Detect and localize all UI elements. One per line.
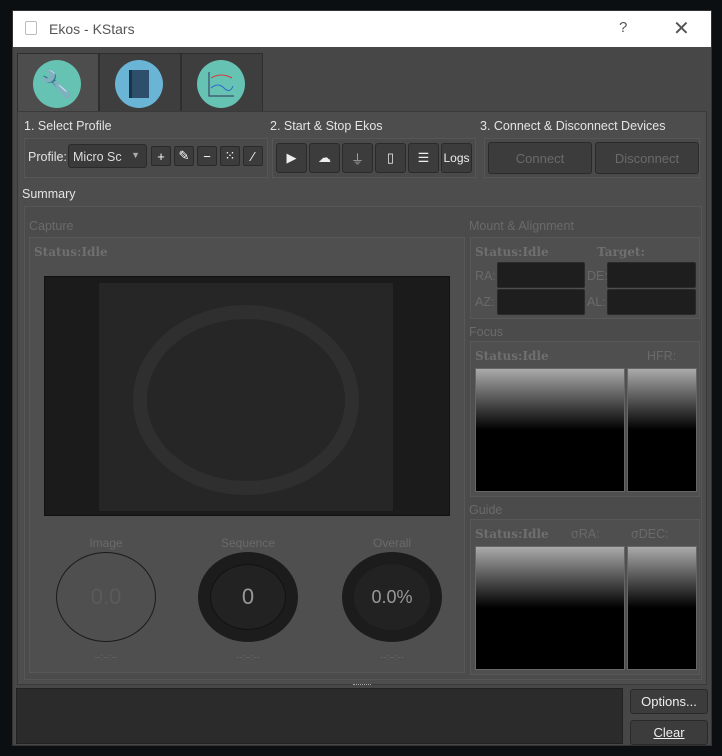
profile-scripts-button[interactable]: ⁙ [220,146,240,166]
ekos-window: Ekos - KStars ? ✕ 🔧 1. Select Profile 2.… [12,10,712,746]
close-button[interactable]: ✕ [673,16,690,41]
overall-gauge: 0.0% [342,552,442,642]
book-icon [115,60,163,108]
delete-profile-button[interactable]: − [197,146,217,166]
wrench-screwdriver-icon: 🔧 [33,60,81,108]
device-group: Connect Disconnect [484,138,700,178]
focus-status: Status:Idle [475,349,549,363]
sliders-icon: ☰ [417,150,430,165]
image-gauge: 0.0 [56,552,156,642]
telescope-icon: ⏚ [350,151,364,167]
sequence-label: Sequence [220,536,276,550]
guide-title: Guide [469,503,503,517]
capture-title: Capture [29,219,74,233]
usb-button[interactable]: ▯ [375,143,406,173]
guide-status: Status:Idle [475,527,549,541]
tab-notebook[interactable] [99,53,181,111]
connect-button[interactable]: Connect [488,142,592,174]
add-profile-button[interactable]: + [151,146,171,166]
focus-hfr-graph [627,368,697,492]
chevron-down-icon: ▼ [131,150,140,160]
usb-icon: ▯ [386,150,395,165]
mount-target: Target: [597,245,645,259]
no-image-icon [133,305,359,495]
mount-title: Mount & Alignment [469,219,574,233]
play-icon: ▶ [286,150,297,165]
app-icon [25,21,37,35]
logs-button[interactable]: Logs [441,143,472,173]
graph-icon [197,60,245,108]
de-label: DE: [587,269,608,283]
mount-status: Status:Idle [475,245,549,259]
overall-time: --:--:-- [380,652,404,662]
start-stop-heading: 2. Start & Stop Ekos [270,119,383,133]
ra-value [497,262,585,288]
splitter-handle[interactable] [353,684,371,687]
sigma-ra-label: σRA: [571,527,600,541]
capture-preview [44,276,450,516]
tab-setup[interactable]: 🔧 [17,53,99,113]
select-profile-heading: 1. Select Profile [24,119,112,133]
az-label: AZ: [475,295,495,309]
guide-graph [627,546,697,670]
cloud-button[interactable]: ☁ [309,143,340,173]
start-stop-group: ▶ ☁ ⏚ ▯ ☰ Logs [272,138,476,178]
al-value [607,289,696,315]
connect-heading: 3. Connect & Disconnect Devices [480,119,666,133]
telescope-button[interactable]: ⏚ [342,143,373,173]
mount-panel: Status:Idle Target: RA: DE: AZ: AL: [470,237,700,319]
summary-heading: Summary [22,187,76,201]
sequence-time: --:--:-- [236,652,260,662]
focus-title: Focus [469,325,504,339]
help-button[interactable]: ? [619,19,627,36]
profile-group: Profile: Micro Sc ▼ + ✎ − ⁙ ⁄ [24,138,268,178]
ra-label: RA: [475,269,496,283]
sigma-dec-label: σDEC: [631,527,669,541]
de-value [607,262,696,288]
image-label: Image [89,536,123,550]
summary-group: Capture Status:Idle Image 0.0 --:--:-- S… [24,206,702,680]
settings-button[interactable]: ☰ [408,143,439,173]
edit-profile-button[interactable]: ✎ [174,146,194,166]
focus-panel: Status:Idle HFR: [470,341,700,497]
guide-star-view [475,546,625,670]
guide-panel: Status:Idle σRA: σDEC: [470,519,700,675]
sequence-gauge: 0 [198,552,298,642]
image-time: --:--:-- [94,652,118,662]
cloud-icon: ☁ [318,150,331,165]
log-output[interactable] [16,688,623,744]
start-ekos-button[interactable]: ▶ [276,143,307,173]
tab-analyze[interactable] [181,53,263,111]
profile-label: Profile: [28,150,67,164]
capture-status: Status:Idle [34,245,108,259]
overall-label: Overall [372,536,411,550]
profile-value: Micro Sc [73,150,122,164]
title-bar: Ekos - KStars ? ✕ [13,11,711,47]
disconnect-button[interactable]: Disconnect [595,142,699,174]
profile-wizard-button[interactable]: ⁄ [243,146,263,166]
profile-select[interactable]: Micro Sc ▼ [68,144,147,168]
capture-panel: Status:Idle Image 0.0 --:--:-- Sequence … [29,237,465,673]
setup-panel: 1. Select Profile 2. Start & Stop Ekos 3… [17,111,707,685]
options-button[interactable]: Options... [630,689,708,714]
az-value [497,289,585,315]
focus-star-view [475,368,625,492]
al-label: AL: [587,295,606,309]
window-title: Ekos - KStars [49,21,135,37]
hfr-label: HFR: [647,349,677,363]
clear-button[interactable]: Clear [630,720,708,745]
